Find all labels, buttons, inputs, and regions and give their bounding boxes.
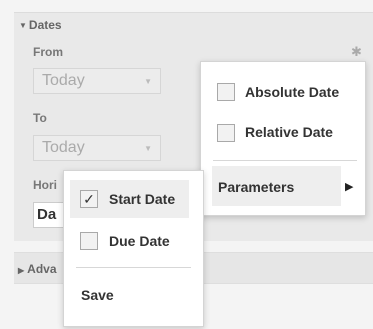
parameters-label: Parameters: [218, 179, 295, 195]
column-menu: ✓ Start Date Due Date Save: [63, 170, 204, 327]
absolute-date-checkbox[interactable]: [217, 83, 235, 101]
from-select-value: Today: [42, 72, 85, 89]
due-date-option[interactable]: Due Date: [109, 233, 170, 249]
horizon-label: Hori: [33, 178, 57, 192]
from-select[interactable]: Today ▼: [33, 68, 161, 94]
advanced-section-title: Adva: [27, 262, 57, 276]
save-button[interactable]: Save: [81, 287, 114, 303]
horizon-select-value: Da: [37, 206, 57, 223]
relative-date-option[interactable]: Relative Date: [245, 124, 333, 140]
advanced-section-toggle[interactable]: ▶ Adva: [18, 262, 57, 276]
from-label: From: [33, 45, 63, 59]
due-date-checkbox[interactable]: [80, 232, 98, 250]
menu-divider: [76, 267, 191, 268]
chevron-down-icon: ▼: [144, 77, 152, 86]
start-date-label: Start Date: [109, 191, 176, 207]
check-icon: ✓: [83, 191, 95, 207]
triangle-right-icon: ▶: [18, 266, 25, 275]
dates-section-toggle[interactable]: ▼ Dates: [19, 18, 62, 32]
dates-section-title: Dates: [28, 18, 62, 32]
triangle-down-icon: ▼: [19, 21, 27, 30]
relative-date-checkbox[interactable]: [217, 124, 235, 142]
to-select[interactable]: Today ▼: [33, 135, 161, 161]
date-type-submenu: Absolute Date Relative Date Parameters ▶: [200, 61, 366, 216]
absolute-date-option[interactable]: Absolute Date: [245, 84, 339, 100]
chevron-down-icon: ▼: [144, 144, 152, 153]
start-date-checkbox[interactable]: ✓: [80, 190, 98, 208]
menu-divider: [213, 160, 357, 161]
gear-icon[interactable]: ✱: [351, 44, 362, 60]
chevron-right-icon: ▶: [345, 181, 354, 193]
to-label: To: [33, 111, 47, 125]
to-select-value: Today: [42, 139, 85, 156]
